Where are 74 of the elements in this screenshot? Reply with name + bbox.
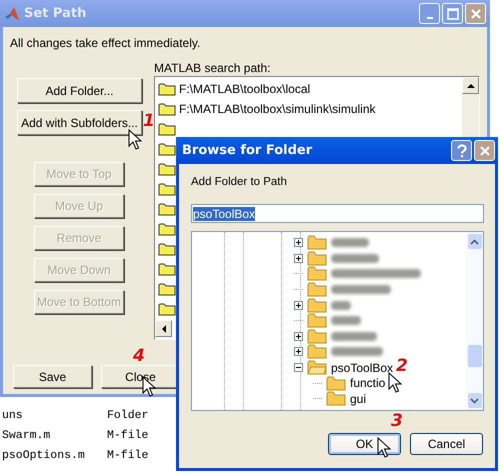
file-name[interactable]: psoOptions.m xyxy=(0,449,107,469)
window-title: Set Path xyxy=(24,6,88,21)
blurred-label xyxy=(331,300,351,310)
folder-icon xyxy=(158,222,176,236)
folder-icon xyxy=(158,242,176,256)
blurred-label xyxy=(331,285,391,294)
path-entry[interactable]: F:\MATLAB\toolbox\simulink\simulink xyxy=(179,102,376,116)
folder-icon xyxy=(326,376,346,391)
step-number: 4 xyxy=(133,346,145,366)
folder-icon xyxy=(158,302,176,316)
side-button[interactable]: Add with Subfolders... xyxy=(17,110,142,135)
folder-icon xyxy=(158,142,176,156)
chevron-up-icon xyxy=(470,238,479,244)
side-button[interactable]: Add Folder... xyxy=(17,78,142,103)
scroll-thumb[interactable] xyxy=(468,345,482,367)
blurred-label xyxy=(331,238,369,248)
maximize-icon xyxy=(446,8,458,20)
step-number: 2 xyxy=(396,356,408,376)
minimize-icon xyxy=(426,16,432,18)
folder-icon xyxy=(158,182,176,196)
file-type: Folder xyxy=(107,409,148,424)
folder-icon xyxy=(158,282,176,296)
help-button[interactable] xyxy=(451,140,472,161)
expander-icon[interactable] xyxy=(294,347,303,356)
minimize-button[interactable] xyxy=(419,3,440,24)
tree-item[interactable]: gui xyxy=(350,392,366,406)
maximize-button[interactable] xyxy=(442,3,463,24)
footer-button[interactable]: Save xyxy=(13,365,92,388)
file-type: M-file xyxy=(107,449,148,464)
dialog-button[interactable]: Cancel xyxy=(410,433,483,455)
matlab-logo-icon xyxy=(4,6,20,22)
triangle-left-icon xyxy=(160,324,166,332)
step-number: 3 xyxy=(391,411,403,431)
folder-icon xyxy=(326,391,346,406)
tree-item[interactable]: psoToolBox xyxy=(331,360,394,375)
cursor-icon xyxy=(377,437,391,459)
blurred-label xyxy=(331,347,383,356)
cursor-icon xyxy=(128,129,142,151)
folder-icon xyxy=(158,202,176,216)
help-icon xyxy=(456,144,468,158)
chevron-down-icon xyxy=(470,398,479,404)
file-type: M-file xyxy=(107,429,148,444)
dialog-title: Browse for Folder xyxy=(182,143,314,158)
path-entry[interactable]: F:\MATLAB\toolbox\local xyxy=(179,82,310,96)
dialog-button[interactable]: OK xyxy=(328,433,401,455)
tree-item[interactable]: functio xyxy=(350,376,386,390)
folder-icon xyxy=(158,102,176,116)
file-name[interactable]: Swarm.m xyxy=(0,429,107,449)
path-label: MATLAB search path: xyxy=(154,61,272,75)
file-name[interactable]: uns xyxy=(0,409,107,429)
blurred-label xyxy=(331,332,377,341)
notice-text: All changes take effect immediately. xyxy=(10,36,202,50)
tree-connector xyxy=(313,398,322,400)
scrollbar[interactable] xyxy=(466,232,483,410)
folder-icon xyxy=(158,82,176,96)
folder-field[interactable]: psoToolBox xyxy=(191,204,484,223)
scroll-up-button[interactable] xyxy=(462,77,479,94)
folder-icon xyxy=(158,162,176,176)
blurred-label xyxy=(331,254,379,263)
expander-icon[interactable] xyxy=(294,238,303,248)
expander-icon[interactable] xyxy=(294,363,303,372)
step-number: 1 xyxy=(143,111,155,131)
folder-icon xyxy=(158,262,176,276)
scroll-left-button[interactable] xyxy=(155,320,172,337)
expander-icon[interactable] xyxy=(294,332,303,341)
blurred-label xyxy=(331,316,361,326)
triangle-up-icon xyxy=(466,82,474,88)
expander-icon[interactable] xyxy=(294,300,303,310)
dialog-prompt: Add Folder to Path xyxy=(191,176,288,190)
close-icon xyxy=(478,144,490,156)
folder-icon xyxy=(158,122,176,136)
close-icon xyxy=(470,8,482,20)
expander-icon[interactable] xyxy=(294,254,303,263)
tree-connector xyxy=(313,382,322,384)
